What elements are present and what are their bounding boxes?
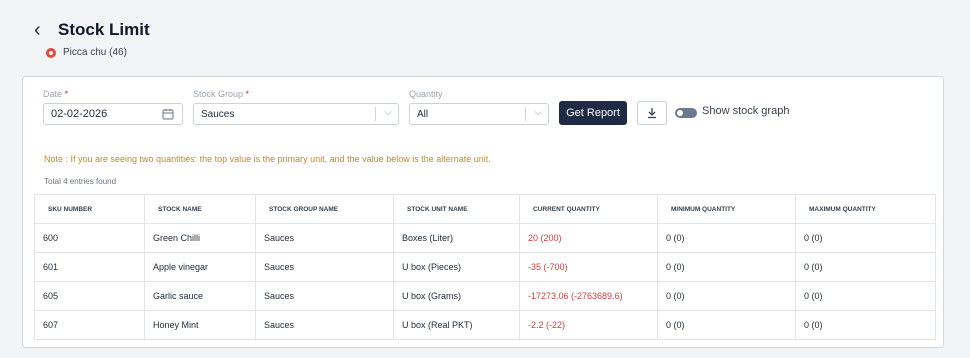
cell-current-qty: -17273.06 (-2763689.6) <box>519 281 658 311</box>
cell-max-qty: 0 (0) <box>795 310 936 340</box>
cell-min-qty: 0 (0) <box>657 281 796 311</box>
header-stock-group-name: STOCK GROUP NAME <box>255 194 394 224</box>
quantity-value: All <box>417 108 429 120</box>
select-divider <box>525 107 526 121</box>
stock-group-select[interactable]: Sauces ⌵ <box>193 103 399 125</box>
table-row[interactable]: 607 Honey Mint Sauces U box (Real PKT) -… <box>34 310 936 340</box>
download-button[interactable] <box>637 101 667 125</box>
header-maximum-quantity: MAXIMUM QUANTITY <box>795 194 936 224</box>
back-chevron-icon[interactable]: ‹ <box>34 20 54 40</box>
calendar-icon[interactable] <box>162 108 174 120</box>
page-title: Stock Limit <box>58 20 150 39</box>
header-minimum-quantity: MINIMUM QUANTITY <box>657 194 796 224</box>
cell-unit: U box (Real PKT) <box>393 310 520 340</box>
date-value: 02-02-2026 <box>51 108 108 120</box>
cell-stock-name: Green Chilli <box>144 223 256 253</box>
date-input[interactable]: 02-02-2026 <box>43 103 183 125</box>
page-header: ‹ Stock Limit <box>34 20 150 40</box>
report-card: Date * 02-02-2026 Stock Group * Sauces ⌵… <box>22 76 944 348</box>
header-current-quantity: CURRENT QUANTITY <box>519 194 658 224</box>
store-name: Picca chu (46) <box>63 47 127 58</box>
table-header-row: SKU NUMBER STOCK NAME STOCK GROUP NAME S… <box>34 194 936 224</box>
store-indicator: Picca chu (46) <box>46 47 127 58</box>
header-sku-number: SKU NUMBER <box>34 194 145 224</box>
show-graph-label: Show stock graph <box>702 105 790 117</box>
header-stock-unit-name: STOCK UNIT NAME <box>393 194 520 224</box>
store-icon <box>46 47 56 58</box>
cell-stock-name: Honey Mint <box>144 310 256 340</box>
cell-stock-name: Garlic sauce <box>144 281 256 311</box>
cell-sku: 607 <box>34 310 145 340</box>
header-stock-name: STOCK NAME <box>144 194 256 224</box>
cell-sku: 605 <box>34 281 145 311</box>
entries-count: Total 4 entries found <box>44 177 117 186</box>
stock-table: SKU NUMBER STOCK NAME STOCK GROUP NAME S… <box>34 194 936 340</box>
select-divider <box>375 107 376 121</box>
stock-group-value: Sauces <box>201 108 235 120</box>
table-row[interactable]: 601 Apple vinegar Sauces U box (Pieces) … <box>34 252 936 282</box>
cell-group: Sauces <box>255 310 394 340</box>
quantity-select[interactable]: All ⌵ <box>409 103 549 125</box>
cell-max-qty: 0 (0) <box>795 252 936 282</box>
cell-sku: 600 <box>34 223 145 253</box>
cell-min-qty: 0 (0) <box>657 252 796 282</box>
cell-group: Sauces <box>255 281 394 311</box>
cell-min-qty: 0 (0) <box>657 223 796 253</box>
get-report-button[interactable]: Get Report <box>559 101 627 125</box>
stock-group-label: Stock Group * <box>193 89 250 99</box>
table-row[interactable]: 600 Green Chilli Sauces Boxes (Liter) 20… <box>34 223 936 253</box>
cell-max-qty: 0 (0) <box>795 281 936 311</box>
download-icon <box>648 108 656 119</box>
cell-unit: Boxes (Liter) <box>393 223 520 253</box>
cell-group: Sauces <box>255 252 394 282</box>
cell-current-qty: -2.2 (-22) <box>519 310 658 340</box>
date-label: Date * <box>43 89 69 99</box>
cell-sku: 601 <box>34 252 145 282</box>
cell-unit: U box (Pieces) <box>393 252 520 282</box>
quantity-label: Quantity <box>409 89 443 99</box>
cell-current-qty: 20 (200) <box>519 223 658 253</box>
chevron-down-icon[interactable]: ⌵ <box>534 107 542 118</box>
show-graph-toggle[interactable] <box>675 108 697 118</box>
chevron-down-icon[interactable]: ⌵ <box>384 107 392 118</box>
cell-group: Sauces <box>255 223 394 253</box>
cell-unit: U box (Grams) <box>393 281 520 311</box>
cell-min-qty: 0 (0) <box>657 310 796 340</box>
table-row[interactable]: 605 Garlic sauce Sauces U box (Grams) -1… <box>34 281 936 311</box>
cell-current-qty: -35 (-700) <box>519 252 658 282</box>
cell-max-qty: 0 (0) <box>795 223 936 253</box>
quantity-note: Note : If you are seeing two quantities:… <box>44 154 491 164</box>
cell-stock-name: Apple vinegar <box>144 252 256 282</box>
